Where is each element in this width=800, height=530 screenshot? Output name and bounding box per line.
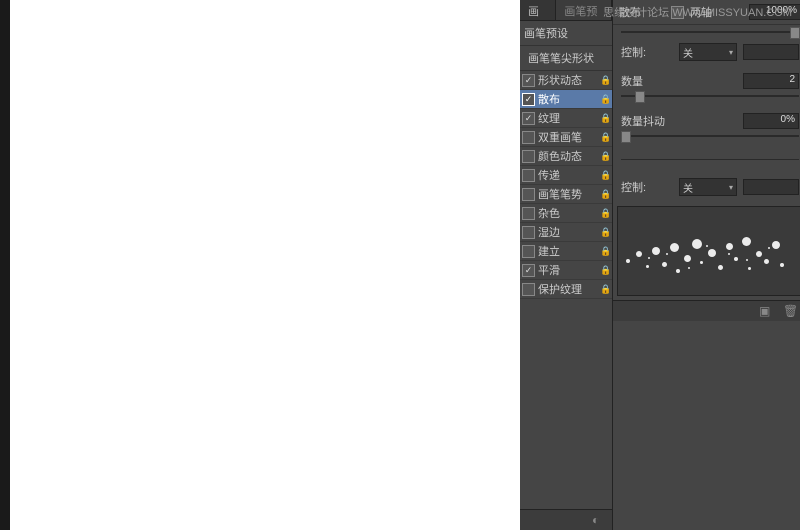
- option-label: 建立: [538, 243, 600, 259]
- option-label: 杂色: [538, 205, 600, 221]
- option-label: 纹理: [538, 110, 600, 126]
- count-slider[interactable]: [621, 91, 799, 101]
- option-label: 保护纹理: [538, 281, 600, 297]
- option-checkbox[interactable]: [522, 188, 535, 201]
- count-field[interactable]: 2: [743, 73, 799, 89]
- option-checkbox[interactable]: [522, 150, 535, 163]
- lock-icon: 🔒: [600, 170, 610, 181]
- option-4[interactable]: 颜色动态🔒: [520, 147, 612, 166]
- option-5[interactable]: 传递🔒: [520, 166, 612, 185]
- canvas-area: [0, 0, 520, 530]
- option-0[interactable]: 形状动态🔒: [520, 71, 612, 90]
- scatter-label: 散布: [619, 4, 641, 20]
- option-6[interactable]: 画笔笔势🔒: [520, 185, 612, 204]
- toggle-icon[interactable]: ◐: [592, 513, 606, 527]
- scatter-slider[interactable]: [621, 27, 799, 37]
- option-11[interactable]: 保护纹理🔒: [520, 280, 612, 299]
- lock-icon: 🔒: [600, 189, 610, 200]
- option-checkbox[interactable]: [522, 74, 535, 87]
- brush-settings-list: 画笔 画笔预设 画笔预设 画笔笔尖形状 形状动态🔒散布🔒纹理🔒双重画笔🔒颜色动态…: [520, 0, 613, 530]
- option-checkbox[interactable]: [522, 283, 535, 296]
- option-checkbox[interactable]: [522, 207, 535, 220]
- both-axes-label: 两轴: [690, 4, 712, 20]
- option-1[interactable]: 散布🔒: [520, 90, 612, 109]
- option-label: 传递: [538, 167, 600, 183]
- option-label: 散布: [538, 91, 600, 107]
- option-label: 平滑: [538, 262, 600, 278]
- option-label: 湿边: [538, 224, 600, 240]
- option-checkbox[interactable]: [522, 264, 535, 277]
- control2-select[interactable]: 关: [679, 178, 737, 196]
- option-2[interactable]: 纹理🔒: [520, 109, 612, 128]
- brush-preview: [617, 206, 800, 296]
- control1-label: 控制:: [621, 44, 673, 60]
- option-9[interactable]: 建立🔒: [520, 242, 612, 261]
- option-label: 双重画笔: [538, 129, 600, 145]
- lock-icon: 🔒: [600, 132, 610, 143]
- jitter-field[interactable]: 0%: [743, 113, 799, 129]
- lock-icon: 🔒: [600, 94, 610, 105]
- option-checkbox[interactable]: [522, 93, 535, 106]
- lock-icon: 🔒: [600, 265, 610, 276]
- control1-field[interactable]: [743, 44, 799, 60]
- control2-field[interactable]: [743, 179, 799, 195]
- option-label: 画笔笔势: [538, 186, 600, 202]
- jitter-label: 数量抖动: [621, 113, 673, 129]
- option-checkbox[interactable]: [522, 131, 535, 144]
- scatter-settings: 散布 两轴 1000% 控制: 关 数量 2: [613, 0, 800, 530]
- brush-presets-link[interactable]: 画笔预设: [520, 21, 612, 46]
- trash-icon[interactable]: 🗑: [783, 304, 797, 318]
- option-label: 形状动态: [538, 72, 600, 88]
- option-label: 颜色动态: [538, 148, 600, 164]
- lock-icon: 🔒: [600, 151, 610, 162]
- count-label: 数量: [621, 73, 673, 89]
- lock-icon: 🔒: [600, 227, 610, 238]
- both-axes-checkbox[interactable]: [671, 6, 684, 19]
- new-preset-icon[interactable]: ▣: [759, 304, 773, 318]
- option-checkbox[interactable]: [522, 169, 535, 182]
- option-8[interactable]: 湿边🔒: [520, 223, 612, 242]
- option-checkbox[interactable]: [522, 226, 535, 239]
- control2-label: 控制:: [621, 179, 673, 195]
- control1-select[interactable]: 关: [679, 43, 737, 61]
- tab-brush[interactable]: 画笔: [520, 0, 556, 20]
- jitter-slider[interactable]: [621, 131, 799, 141]
- lock-icon: 🔒: [600, 284, 610, 295]
- scatter-value[interactable]: 1000%: [749, 4, 800, 20]
- option-7[interactable]: 杂色🔒: [520, 204, 612, 223]
- tab-brush-presets[interactable]: 画笔预设: [556, 0, 612, 20]
- lock-icon: 🔒: [600, 113, 610, 124]
- option-3[interactable]: 双重画笔🔒: [520, 128, 612, 147]
- option-10[interactable]: 平滑🔒: [520, 261, 612, 280]
- lock-icon: 🔒: [600, 246, 610, 257]
- canvas[interactable]: [10, 0, 520, 530]
- lock-icon: 🔒: [600, 75, 610, 86]
- option-checkbox[interactable]: [522, 112, 535, 125]
- brush-tip-shape-link[interactable]: 画笔笔尖形状: [520, 46, 612, 71]
- lock-icon: 🔒: [600, 208, 610, 219]
- option-checkbox[interactable]: [522, 245, 535, 258]
